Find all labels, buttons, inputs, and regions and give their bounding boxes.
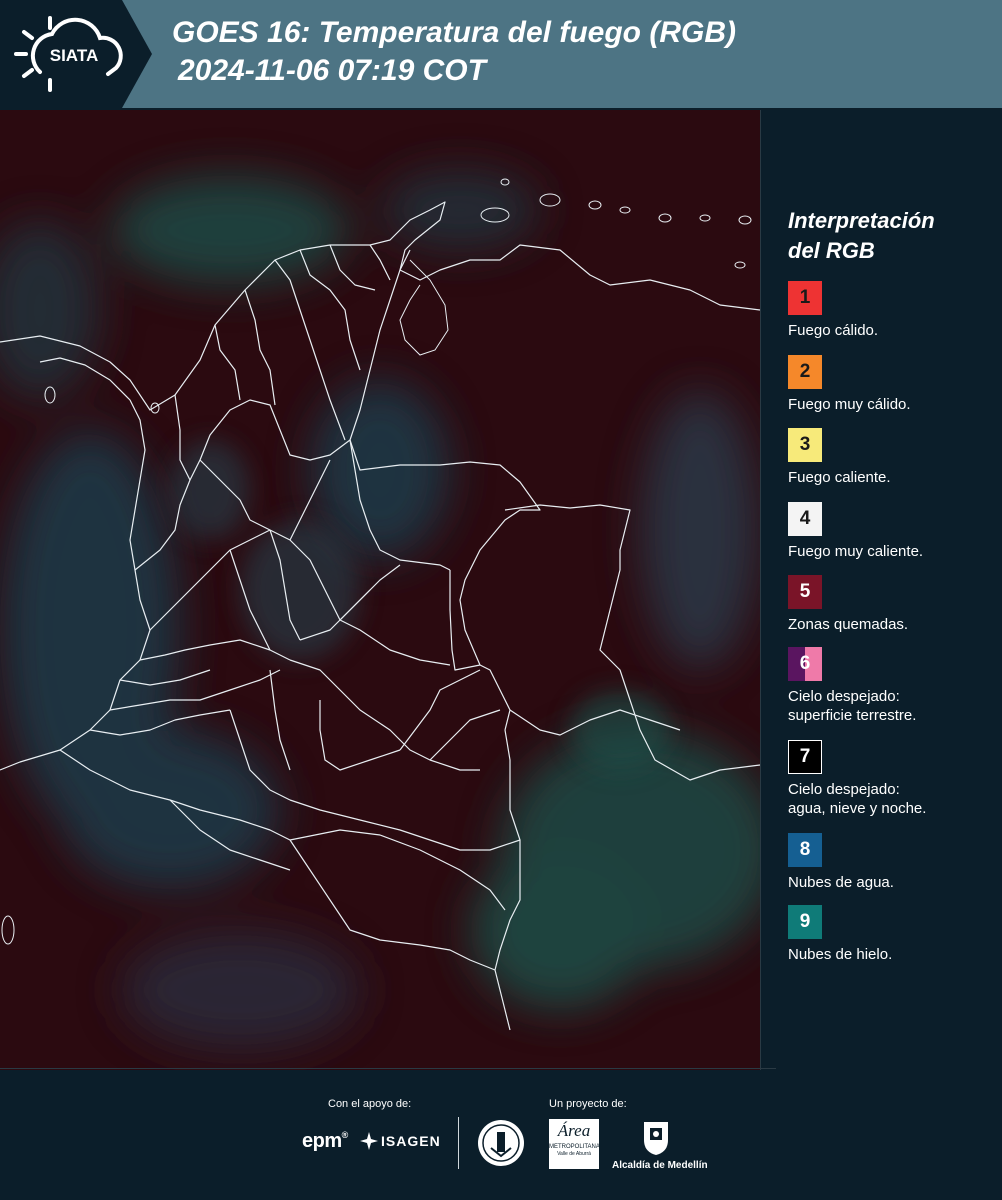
legend-swatch: 2 [788, 355, 822, 389]
legend-swatch: 1 [788, 281, 822, 315]
legend-label-line-1: Fuego muy caliente. [788, 543, 924, 560]
area-logo-line-1: Área [557, 1121, 591, 1140]
siata-logo-text: SIATA [50, 46, 98, 65]
legend-number: 5 [799, 581, 811, 602]
legend-label-line-1: Fuego caliente. [788, 469, 891, 486]
legend-swatch: 6 [788, 647, 822, 681]
legend-title-line-2: del RGB [788, 238, 875, 263]
isagen-logo-text: ISAGEN [381, 1133, 441, 1149]
legend-swatch: 4 [788, 502, 822, 536]
project-label: Un proyecto de: [549, 1098, 627, 1110]
legend-label: Zonas quemadas. [788, 615, 993, 634]
legend-number: 4 [799, 508, 811, 529]
legend-swatch: 8 [788, 833, 822, 867]
isagen-star-icon [360, 1132, 378, 1150]
footer-separator [458, 1117, 459, 1169]
siata-logo: SIATA [14, 16, 123, 92]
support-label: Con el apoyo de: [328, 1098, 412, 1110]
legend-number: 3 [799, 434, 811, 455]
epm-logo-text: epm [302, 1130, 342, 1152]
legend-label-line-1: Nubes de hielo. [788, 946, 893, 963]
epm-logo: epm® [302, 1130, 348, 1152]
legend-item: 7 Cielo despejado: agua, nieve y noche. [788, 740, 993, 818]
area-metropolitana-logo: Área METROPOLITANA Valle de Aburrá [549, 1119, 600, 1169]
legend-title-line-1: Interpretación [788, 208, 935, 233]
legend-label-line-1: Nubes de agua. [788, 874, 894, 891]
legend-item: 8 Nubes de agua. [788, 833, 993, 892]
header: SIATA GOES 16: Temperatura del fuego (RG… [0, 0, 1002, 108]
legend-item: 1 Fuego cálido. [788, 281, 993, 340]
legend-item: 2 Fuego muy cálido. [788, 355, 993, 414]
legend-label-line-1: Cielo despejado: [788, 781, 900, 798]
legend-number: 8 [799, 839, 811, 860]
legend-swatch: 9 [788, 905, 822, 939]
satellite-map [0, 110, 761, 1070]
legend-label: Cielo despejado: superficie terrestre. [788, 687, 993, 725]
satellite-image [0, 110, 760, 1070]
university-seal-logo [478, 1120, 524, 1166]
legend-label-line-1: Fuego cálido. [788, 322, 879, 339]
legend-label-line-1: Cielo despejado: [788, 688, 900, 705]
legend-label: Fuego caliente. [788, 468, 993, 487]
medellin-coat-of-arms [644, 1122, 668, 1155]
legend-number: 9 [799, 911, 811, 932]
isagen-logo: ISAGEN [360, 1132, 441, 1150]
legend-label-line-2: agua, nieve y noche. [788, 800, 927, 817]
legend-label-line-1: Zonas quemadas. [788, 616, 909, 633]
legend-number: 7 [799, 746, 811, 767]
legend-label: Nubes de agua. [788, 873, 993, 892]
legend-swatch: 3 [788, 428, 822, 462]
title-line-2: 2024-11-06 07:19 COT [178, 54, 486, 87]
legend-title: Interpretación del RGB [788, 206, 935, 266]
legend-swatch: 7 [788, 740, 822, 774]
legend-item: 5 Zonas quemadas. [788, 575, 993, 634]
legend-label: Fuego muy caliente. [788, 542, 993, 561]
legend-label: Nubes de hielo. [788, 945, 993, 964]
page-title: GOES 16: Temperatura del fuego (RGB) 202… [172, 14, 736, 90]
legend-label-line-1: Fuego muy cálido. [788, 396, 911, 413]
legend-swatch: 5 [788, 575, 822, 609]
legend-number: 1 [799, 287, 811, 308]
legend-item: 9 Nubes de hielo. [788, 905, 993, 964]
legend-number: 6 [799, 653, 811, 674]
legend-item: 6 Cielo despejado: superficie terrestre. [788, 647, 993, 725]
legend-label: Fuego muy cálido. [788, 395, 993, 414]
alcaldia-logo-text: Alcaldía de Medellín [612, 1160, 708, 1171]
legend-label: Fuego cálido. [788, 321, 993, 340]
legend-item: 3 Fuego caliente. [788, 428, 993, 487]
legend-number: 2 [799, 361, 811, 382]
legend-label: Cielo despejado: agua, nieve y noche. [788, 780, 993, 818]
title-line-1: GOES 16: Temperatura del fuego (RGB) [172, 16, 736, 49]
area-logo-line-2: METROPOLITANA [549, 1144, 600, 1150]
area-logo-line-3: Valle de Aburrá [557, 1151, 591, 1157]
legend-item: 4 Fuego muy caliente. [788, 502, 993, 561]
footer-divider [0, 1068, 776, 1069]
legend-label-line-2: superficie terrestre. [788, 707, 917, 724]
